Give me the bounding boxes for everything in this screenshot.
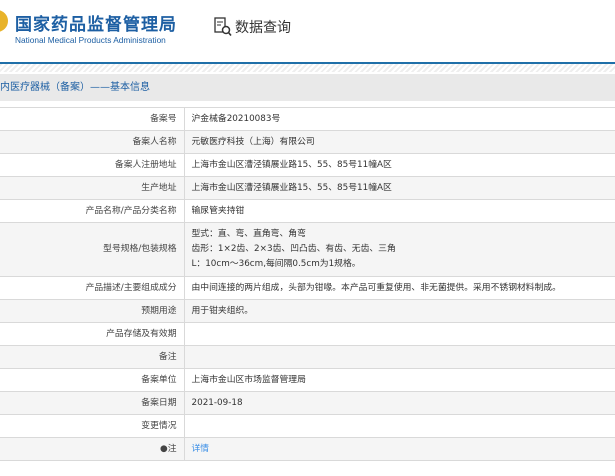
row-value: 元敏医疗科技（上海）有限公司 [183, 130, 615, 154]
row-label: 产品名称/产品分类名称 [0, 199, 185, 223]
row-label: 变更情况 [0, 414, 185, 438]
row-value [183, 345, 615, 369]
spec-line: 型式：直、弯、直角弯、角弯 [191, 229, 306, 239]
row-value: 输尿管夹持钳 [183, 199, 615, 223]
document-search-icon [214, 17, 232, 37]
table-row: 备案人注册地址 上海市金山区漕泾镇展业路15、55、85号11幢A区 [0, 153, 615, 177]
row-value: 2021-09-18 [183, 391, 615, 415]
table-row: 产品名称/产品分类名称 输尿管夹持钳 [0, 199, 615, 223]
table-row: 备注 [0, 345, 615, 369]
row-value [183, 322, 615, 346]
row-label: 预期用途 [0, 299, 185, 323]
row-label: 备注 [0, 345, 185, 369]
row-value: 上海市金山区漕泾镇展业路15、55、85号11幢A区 [183, 153, 615, 177]
row-label: 型号规格/包装规格 [0, 222, 185, 277]
row-label: 备案单位 [0, 368, 185, 392]
emblem-logo [0, 10, 8, 32]
row-label: 产品描述/主要组成成分 [0, 276, 185, 300]
breadcrumb: 内医疗器械（备案）——基本信息 [0, 74, 615, 101]
data-query-link[interactable]: 数据查询 [214, 17, 291, 37]
table-row: 备案人名称 元敏医疗科技（上海）有限公司 [0, 130, 615, 154]
table-row: 产品描述/主要组成成分 由中间连接的两片组成，头部为钳喙。本产品可重复使用、非无菌… [0, 276, 615, 300]
row-label: 备案日期 [0, 391, 185, 415]
spec-line: L：10cm～36cm,每间隔0.5cm为1规格。 [191, 259, 361, 269]
table-row: 备案单位 上海市金山区市场监督管理局 [0, 368, 615, 392]
table-row: 预期用途 用于钳夹组织。 [0, 299, 615, 323]
row-label: 备案人名称 [0, 130, 185, 154]
table-row: 变更情况 [0, 414, 615, 438]
table-row: 备案日期 2021-09-18 [0, 391, 615, 415]
spec-line: 齿形：1×2齿、2×3齿、凹凸齿、有齿、无齿、三角 [191, 244, 396, 254]
row-label: 产品存储及有效期 [0, 322, 185, 346]
row-value: 型式：直、弯、直角弯、角弯齿形：1×2齿、2×3齿、凹凸齿、有齿、无齿、三角 L：… [183, 222, 615, 277]
table-row: 产品存储及有效期 [0, 322, 615, 346]
table-row: ●注 详情 [0, 437, 615, 461]
row-label: ●注 [0, 437, 185, 461]
row-value: 沪金械备20210083号 [183, 107, 615, 131]
row-value: 详情 [183, 437, 615, 461]
site-title: 国家药品监督管理局 [15, 15, 177, 35]
site-header: 国家药品监督管理局 National Medical Products Admi… [0, 0, 615, 64]
site-subtitle: National Medical Products Administration [15, 35, 166, 45]
data-query-label: 数据查询 [235, 20, 291, 36]
row-value [183, 414, 615, 438]
row-value: 上海市金山区漕泾镇展业路15、55、85号11幢A区 [183, 176, 615, 200]
row-value: 上海市金山区市场监督管理局 [183, 368, 615, 392]
divider-stripe [0, 64, 615, 72]
details-link[interactable]: 详情 [192, 444, 210, 454]
row-label: 备案人注册地址 [0, 153, 185, 177]
info-table: 备案号 沪金械备20210083号 备案人名称 元敏医疗科技（上海）有限公司 备案人注册… [0, 107, 615, 461]
row-label: 生产地址 [0, 176, 185, 200]
row-value: 由中间连接的两片组成，头部为钳喙。本产品可重复使用、非无菌提供。采用不锈钢材料制… [183, 276, 615, 300]
table-row: 生产地址 上海市金山区漕泾镇展业路15、55、85号11幢A区 [0, 176, 615, 200]
row-value: 用于钳夹组织。 [183, 299, 615, 323]
row-label: 备案号 [0, 107, 185, 131]
table-row: 备案号 沪金械备20210083号 [0, 107, 615, 131]
table-row: 型号规格/包装规格 型式：直、弯、直角弯、角弯齿形：1×2齿、2×3齿、凹凸齿、有… [0, 222, 615, 277]
